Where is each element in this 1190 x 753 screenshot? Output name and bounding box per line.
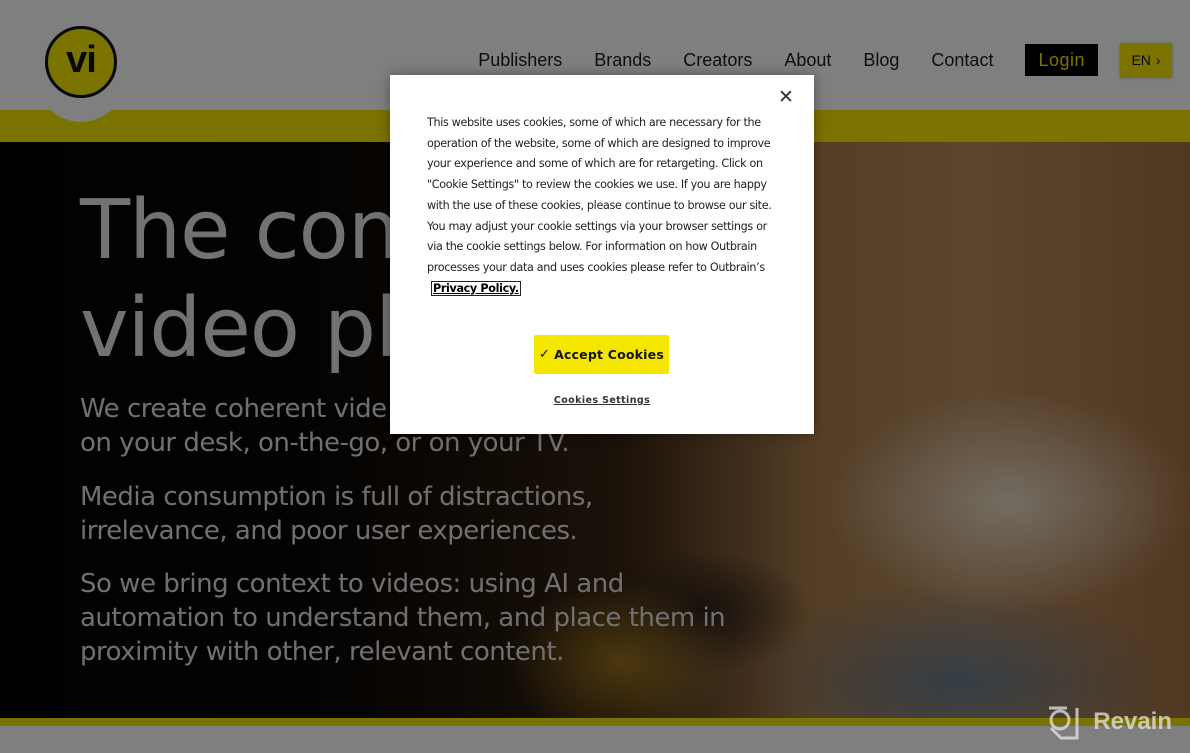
watermark-text: Revain — [1093, 708, 1172, 735]
privacy-policy-link[interactable]: Privacy Policy. — [431, 280, 521, 296]
revain-watermark: Revain — [1047, 706, 1172, 740]
revain-logo-icon — [1047, 706, 1079, 740]
cookie-notice-body: This website uses cookies, some of which… — [427, 116, 772, 274]
cookie-consent-dialog: ✕ This website uses cookies, some of whi… — [390, 75, 814, 434]
accept-cookies-label: Accept Cookies — [554, 347, 664, 362]
close-icon[interactable]: ✕ — [776, 87, 796, 107]
accept-cookies-button[interactable]: ✓ Accept Cookies — [534, 335, 669, 374]
cookies-settings-link[interactable]: Cookies Settings — [390, 395, 814, 406]
checkmark-icon: ✓ — [538, 347, 551, 362]
cookie-notice-text: This website uses cookies, some of which… — [427, 113, 777, 299]
